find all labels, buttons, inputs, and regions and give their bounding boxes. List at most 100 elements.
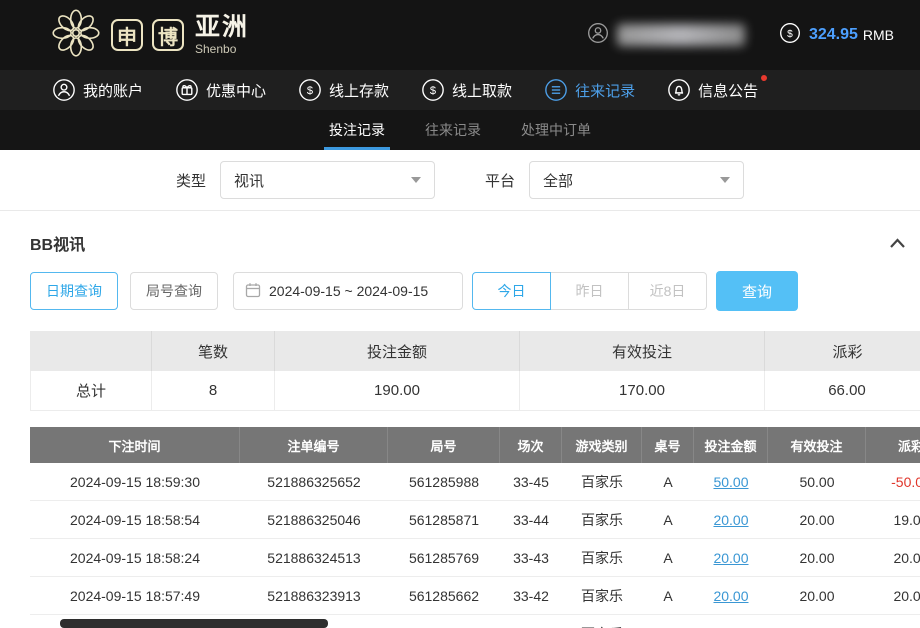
summary-header-blank [30,331,152,371]
horizontal-scrollbar-thumb[interactable] [60,619,328,628]
user-icon [52,78,76,102]
section-title: BB视讯 [30,231,85,255]
date-query-button[interactable]: 日期查询 [30,272,118,310]
table-row: 2024-09-15 18:59:30 521886325652 5612859… [30,463,920,501]
tab-betting-records[interactable]: 投注记录 [329,110,385,150]
chevron-down-icon [720,177,730,183]
calendar-icon [245,282,261,301]
chevron-up-icon [889,238,906,249]
logo-char-bo: 博 [152,19,184,51]
cell-bet-id: 521886325046 [240,501,388,538]
summary-valid-bet-value: 170.00 [520,371,765,411]
cell-game-type: 百家乐 [562,501,642,538]
nav-item-records[interactable]: 往来记录 [544,78,635,102]
cell-round-no: 561285988 [388,463,500,500]
today-button[interactable]: 今日 [472,272,551,310]
withdraw-coin-icon: $ [421,78,445,102]
cell-bet-time: 2024-09-15 18:57:49 [30,577,240,614]
cell-payout: 20.00 [866,577,920,614]
summary-payout-value: 66.00 [765,371,920,411]
nav-item-my-account[interactable]: 我的账户 [52,78,143,102]
nav-item-announcements[interactable]: 信息公告 [667,78,758,102]
tab-transaction-records[interactable]: 往来记录 [425,110,481,150]
svg-text:$: $ [787,28,793,39]
top-header: 申 博 亚洲 Shenbo $ 324.95 RMB [0,0,920,70]
main-navigation: 我的账户 优惠中心 $ 线上存款 [0,70,920,110]
cell-table-no: A [642,501,694,538]
table-row: 2024-09-15 18:57:49 521886323913 5612856… [30,577,920,615]
cell-game-type: 百家乐 [562,539,642,576]
brand-logo[interactable]: 申 博 亚洲 Shenbo [50,7,249,64]
nav-label: 信息公告 [698,80,758,101]
cell-bet-amount-link[interactable]: 50.00 [694,463,768,500]
date-range-value: 2024-09-15 ~ 2024-09-15 [269,283,428,299]
last-8-days-button[interactable]: 近8日 [628,272,707,310]
header-session: 场次 [500,427,562,463]
bet-detail-table: 下注时间 注单编号 局号 场次 游戏类别 桌号 投注金额 有效投注 派彩 202… [30,427,920,628]
gift-icon [175,78,199,102]
cell-payout: 19.00 [866,501,920,538]
cell-game-type: 百家乐 [562,577,642,614]
nav-label: 我的账户 [83,80,143,101]
header-bet-id: 注单编号 [240,427,388,463]
yesterday-button[interactable]: 昨日 [550,272,629,310]
cell-bet-amount-link[interactable]: 20.00 [694,539,768,576]
betting-records-page: 申 博 亚洲 Shenbo $ 324.95 RMB [0,0,920,628]
cell-table-no: A [642,615,694,628]
round-query-button[interactable]: 局号查询 [130,272,218,310]
summary-header-bet-amount: 投注金额 [275,331,520,371]
platform-filter-label: 平台 [485,170,515,191]
main-content: BB视讯 日期查询 局号查询 2024-09-15 ~ 2024-09-15 [0,211,920,628]
username-blurred [617,24,745,46]
cell-payout: 20.00 [866,539,920,576]
summary-total-label: 总计 [30,371,152,411]
search-button[interactable]: 查询 [716,271,798,311]
nav-item-promotions[interactable]: 优惠中心 [175,78,266,102]
cell-valid-bet: 20.00 [768,577,866,614]
platform-select[interactable]: 全部 [529,161,744,199]
cell-bet-time: 2024-09-15 18:58:54 [30,501,240,538]
lotus-flower-icon [50,7,102,64]
header-bet-time: 下注时间 [30,427,240,463]
nav-label: 线上存款 [329,80,389,101]
nav-item-deposit[interactable]: $ 线上存款 [298,78,389,102]
cell-table-no: A [642,463,694,500]
cell-bet-id: 521886325652 [240,463,388,500]
cell-bet-id: 521886324513 [240,539,388,576]
summary-header-valid-bet: 有效投注 [520,331,765,371]
cell-bet-amount-link[interactable]: 20.00 [694,577,768,614]
balance-currency: RMB [863,27,894,43]
cell-valid-bet: 20.00 [768,615,866,628]
cell-payout: -50.00 [866,463,920,500]
cell-bet-amount-link[interactable]: 20.00 [694,501,768,538]
summary-header-row: 笔数 投注金额 有效投注 派彩 [30,331,920,371]
cell-payout: 20.00 [866,615,920,628]
section-header: BB视讯 [30,211,910,269]
header-bet-amount: 投注金额 [694,427,768,463]
detail-header-row: 下注时间 注单编号 局号 场次 游戏类别 桌号 投注金额 有效投注 派彩 [30,427,920,463]
user-avatar-icon [587,22,609,49]
cell-valid-bet: 20.00 [768,539,866,576]
bell-icon [667,78,691,102]
cell-round-no: 561285769 [388,539,500,576]
filter-bar: 类型 视讯 平台 全部 [0,150,920,211]
date-range-input[interactable]: 2024-09-15 ~ 2024-09-15 [233,272,463,310]
cell-session: 33-45 [500,463,562,500]
svg-text:$: $ [307,85,313,97]
header-valid-bet: 有效投注 [768,427,866,463]
cell-bet-time: 2024-09-15 18:58:24 [30,539,240,576]
record-tabs: 投注记录 往来记录 处理中订单 [0,110,920,150]
deposit-coin-icon: $ [298,78,322,102]
cell-bet-amount-link[interactable]: 20.00 [694,615,768,628]
records-list-icon [544,78,568,102]
cell-game-type: 百家乐 [562,463,642,500]
type-filter-label: 类型 [176,170,206,191]
cell-session: 33-44 [500,501,562,538]
tab-processing-orders[interactable]: 处理中订单 [521,110,591,150]
cell-round-no: 561285662 [388,577,500,614]
type-select[interactable]: 视讯 [220,161,435,199]
collapse-section-button[interactable] [885,234,910,253]
cell-bet-time: 2024-09-15 18:59:30 [30,463,240,500]
cell-valid-bet: 50.00 [768,463,866,500]
nav-item-withdraw[interactable]: $ 线上取款 [421,78,512,102]
